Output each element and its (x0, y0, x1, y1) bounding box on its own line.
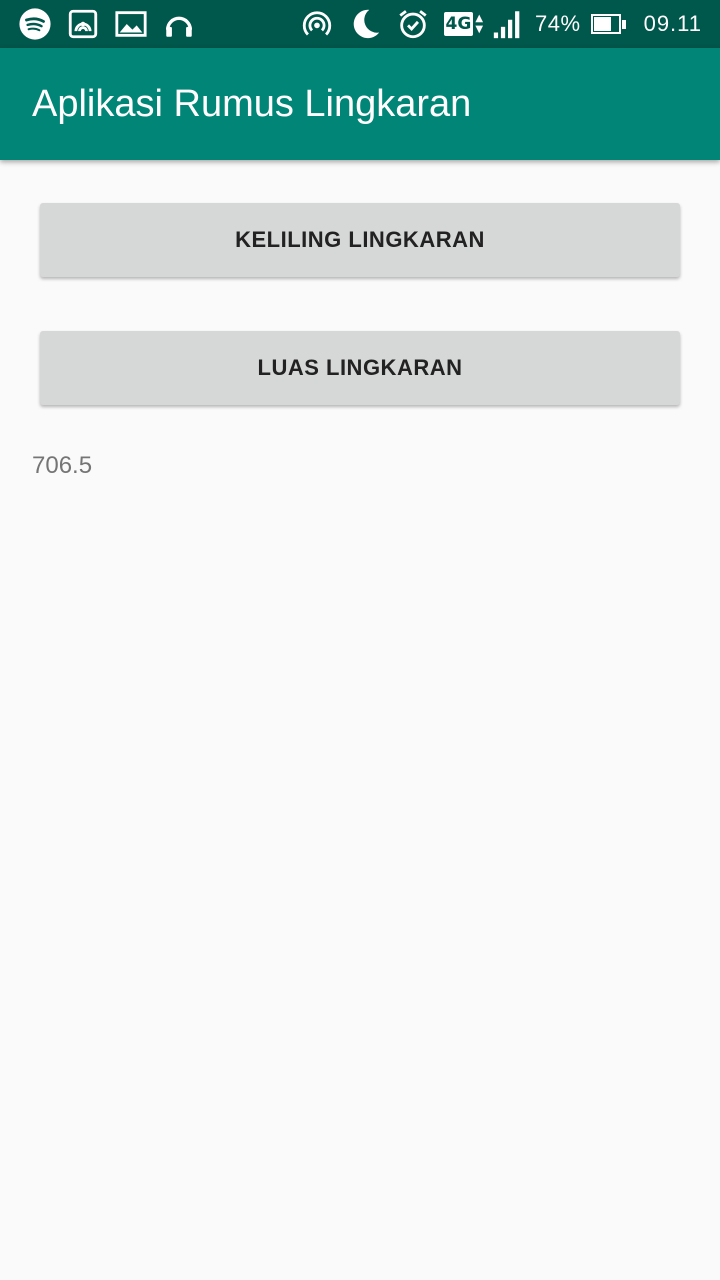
result-text: 706.5 (32, 452, 93, 479)
network-4g-icon: 4G ▲ ▼ (443, 12, 484, 36)
image-icon (114, 7, 148, 41)
moon-icon (348, 7, 382, 41)
cast-icon (66, 7, 100, 41)
luas-lingkaran-button[interactable]: LUAS LINGKARAN (40, 331, 680, 405)
hotspot-icon (300, 7, 334, 41)
battery-icon (590, 14, 626, 34)
app-bar: Aplikasi Rumus Lingkaran (0, 48, 720, 160)
status-right-icons: 4G ▲ ▼ 74% 09.11 (286, 7, 702, 41)
network-type: 4G (443, 12, 474, 36)
keliling-lingkaran-button[interactable]: KELILING LINGKARAN (40, 203, 680, 277)
spotify-icon (18, 7, 52, 41)
alarm-icon (396, 7, 430, 41)
app-title: Aplikasi Rumus Lingkaran (32, 82, 472, 125)
status-clock: 09.11 (643, 11, 702, 36)
status-left-icons (18, 7, 210, 41)
data-arrows-icon: ▲ ▼ (475, 13, 484, 35)
signal-icon (491, 7, 525, 41)
status-bar: 4G ▲ ▼ 74% 09.11 (0, 0, 720, 48)
battery-percentage: 74% (535, 11, 581, 36)
headphones-icon (162, 7, 196, 41)
